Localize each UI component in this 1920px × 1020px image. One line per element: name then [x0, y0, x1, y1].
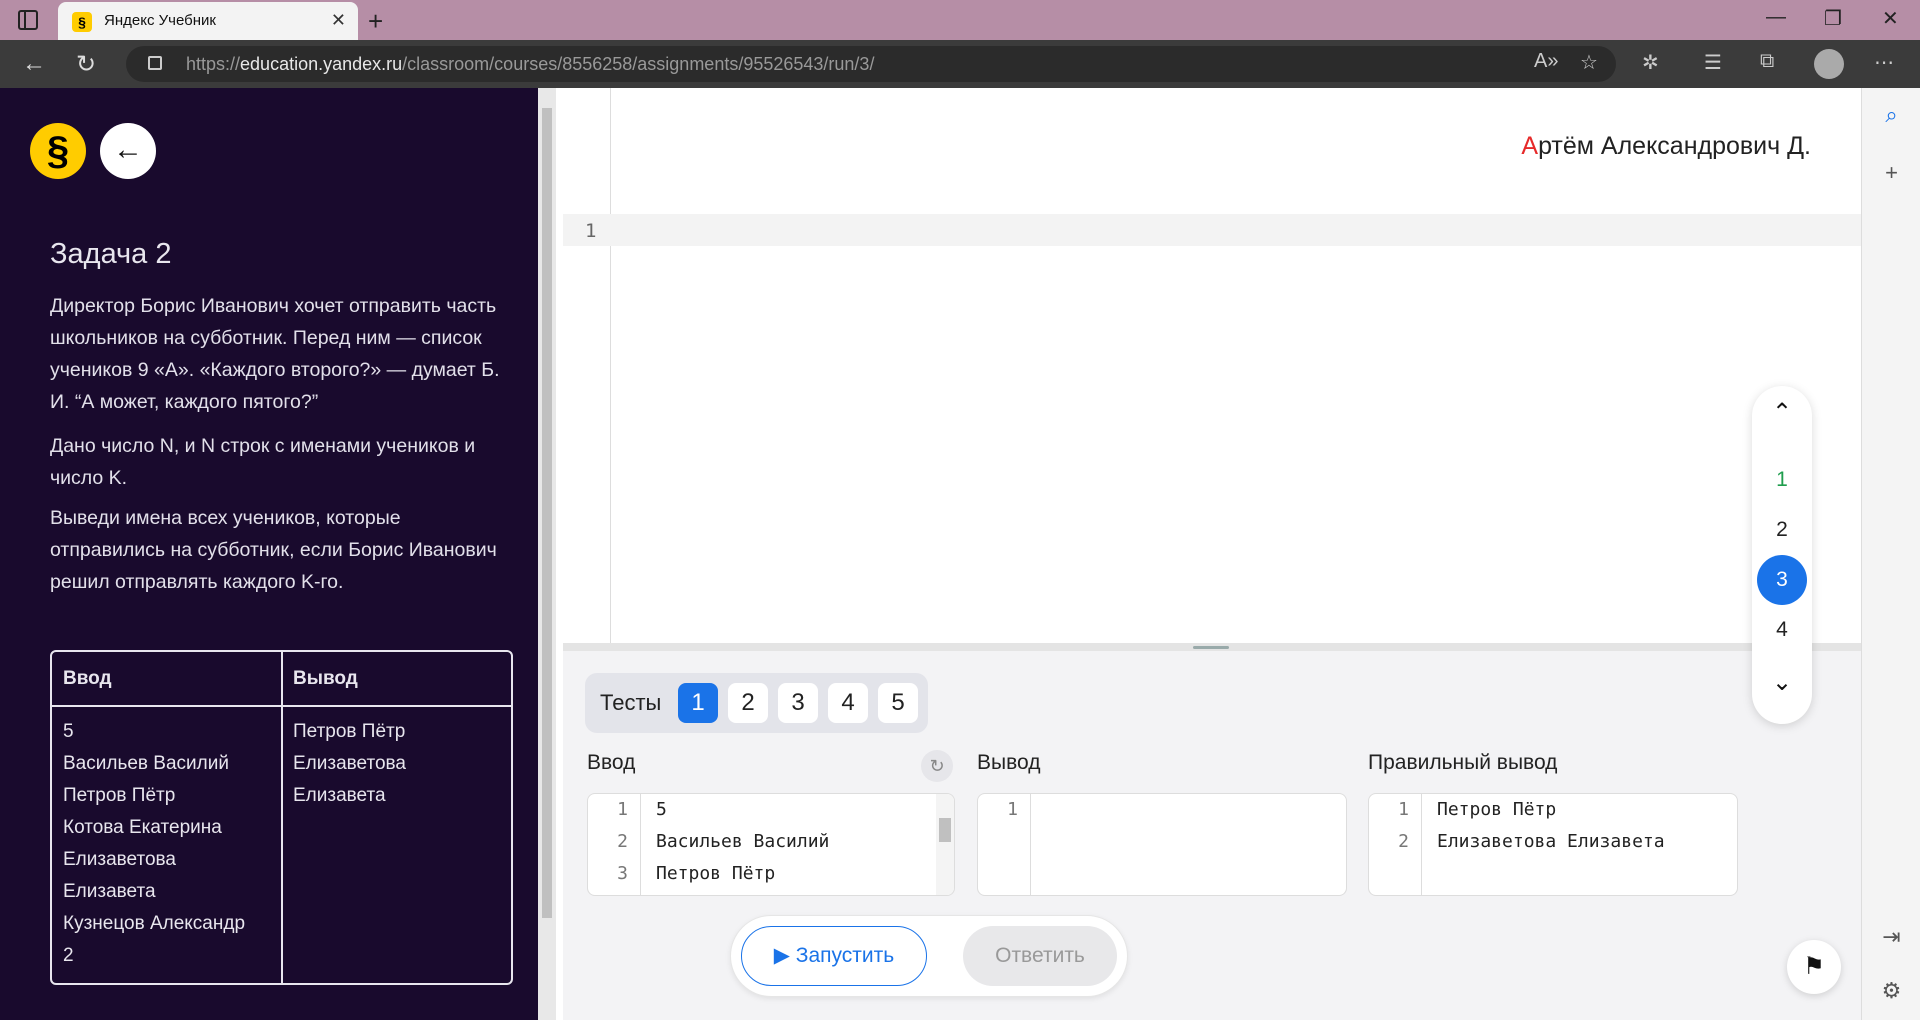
yandex-logo[interactable]: §	[30, 123, 86, 179]
pager-item-4[interactable]: 4	[1757, 605, 1807, 655]
hide-sidebar-icon[interactable]: ⇥	[1862, 924, 1920, 950]
table-header-divider	[52, 705, 511, 707]
test-button-3[interactable]: 3	[778, 683, 818, 723]
input-line-numbers: 1 2 3	[617, 799, 628, 884]
answer-button[interactable]: Ответить	[963, 926, 1117, 986]
search-icon[interactable]: ⌕	[1862, 102, 1920, 128]
expected-code: Петров Пётр Елизаветова Елизавета	[1437, 799, 1665, 852]
play-icon: ▶	[773, 944, 796, 967]
line-number: 1	[585, 220, 597, 242]
action-bar: ▶ Запустить Ответить	[730, 915, 1128, 997]
add-icon[interactable]: +	[1862, 160, 1920, 186]
code-editor[interactable]: Артём Александрович Д. 1	[563, 88, 1861, 643]
output-line-numbers: 1	[1007, 799, 1018, 820]
task-panel-scrollbar[interactable]	[538, 88, 556, 1020]
scrollbar-thumb[interactable]	[542, 108, 552, 918]
input-scrollbar-thumb[interactable]	[939, 818, 951, 842]
pager-item-3[interactable]: 3	[1757, 555, 1807, 605]
input-scrollbar[interactable]	[936, 794, 954, 895]
tab-close-icon[interactable]: ✕	[331, 10, 346, 31]
tests-label: Тесты	[600, 690, 662, 715]
expected-line-numbers: 1 2	[1398, 799, 1409, 852]
new-tab-icon[interactable]: +	[368, 6, 383, 37]
sidebar-toggle-icon[interactable]	[18, 10, 38, 30]
editor-gutter	[610, 88, 611, 643]
task-input-spec: Дано число N, и N строк с именами ученик…	[50, 435, 476, 489]
example-output: Петров Пётр Елизаветова Елизавета	[293, 721, 406, 806]
panel-resize-handle[interactable]	[563, 643, 1861, 651]
more-menu-icon[interactable]: ⋯	[1874, 50, 1894, 75]
run-button[interactable]: ▶ Запустить	[741, 926, 927, 986]
task-title: Задача 2	[50, 238, 172, 270]
report-flag-icon[interactable]: ⚑	[1787, 940, 1841, 994]
browser-tab[interactable]: § Яндекс Учебник ✕	[58, 2, 358, 40]
test-button-5[interactable]: 5	[878, 683, 918, 723]
current-line-highlight	[563, 214, 1861, 246]
url-field[interactable]: https://education.yandex.ru/classroom/co…	[126, 46, 1616, 82]
task-description: Директор Борис Иванович хочет отправить …	[50, 295, 500, 413]
user-name: Артём Александрович Д.	[1521, 132, 1811, 160]
example-table: Ввод Вывод 5 Васильев Василий Петров Пёт…	[50, 650, 513, 985]
table-header-output: Вывод	[293, 668, 358, 689]
lock-icon	[148, 56, 162, 70]
url-text: https://education.yandex.ru/classroom/co…	[186, 54, 875, 74]
test-panel: Тесты 1 2 3 4 5 Ввод ↻ 1 2 3 5 Васильев …	[563, 651, 1861, 1020]
back-button[interactable]: ←	[100, 123, 156, 179]
input-gutter	[640, 794, 641, 895]
output-gutter	[1030, 794, 1031, 895]
tests-tabs: Тесты 1 2 3 4 5	[585, 673, 928, 733]
output-label: Вывод	[977, 751, 1041, 774]
tab-title: Яндекс Учебник	[104, 12, 216, 29]
example-input: 5 Васильев Василий Петров Пётр Котова Ек…	[63, 721, 246, 966]
collections-icon[interactable]: ⧉	[1760, 50, 1774, 73]
reload-icon[interactable]: ↻	[76, 50, 96, 79]
input-code: 5 Васильев Василий Петров Пётр	[656, 799, 830, 884]
pager-up-icon[interactable]: ⌃	[1752, 398, 1812, 427]
profile-avatar[interactable]	[1814, 49, 1844, 79]
title-bar: § Яндекс Учебник ✕ + — ❐ ✕	[0, 0, 1920, 40]
settings-icon[interactable]: ⚙	[1862, 978, 1920, 1004]
expected-gutter	[1421, 794, 1422, 895]
maximize-icon[interactable]: ❐	[1824, 6, 1842, 31]
address-bar: ← ↻ https://education.yandex.ru/classroo…	[0, 40, 1920, 88]
expected-output-label: Правильный вывод	[1368, 751, 1558, 774]
test-button-2[interactable]: 2	[728, 683, 768, 723]
pager-item-1[interactable]: 1	[1757, 455, 1807, 505]
back-arrow-icon[interactable]: ←	[22, 50, 46, 78]
table-divider	[281, 652, 283, 983]
table-header-input: Ввод	[63, 668, 112, 689]
task-panel: § ← Задача 2 Директор Борис Иванович хоч…	[0, 88, 538, 1020]
output-box: 1	[977, 793, 1347, 896]
read-aloud-icon[interactable]: A»	[1534, 50, 1558, 73]
task-pager: ⌃ 1 2 3 4 ⌄	[1752, 386, 1812, 724]
test-button-4[interactable]: 4	[828, 683, 868, 723]
expected-output-box: 1 2 Петров Пётр Елизаветова Елизавета	[1368, 793, 1738, 896]
add-favorite-icon[interactable]: ☆	[1580, 50, 1598, 75]
window-close-icon[interactable]: ✕	[1882, 6, 1899, 31]
pager-item-2[interactable]: 2	[1757, 505, 1807, 555]
resize-grip[interactable]	[1193, 646, 1229, 649]
input-label: Ввод	[587, 751, 636, 774]
test-button-1[interactable]: 1	[678, 683, 718, 723]
favorites-icon[interactable]: ☰	[1704, 50, 1722, 75]
input-box[interactable]: 1 2 3 5 Васильев Василий Петров Пётр	[587, 793, 955, 896]
extensions-icon[interactable]: ✲	[1642, 50, 1659, 75]
task-output-spec: Выведи имена всех учеников, которые отпр…	[50, 507, 497, 593]
pager-down-icon[interactable]: ⌄	[1752, 668, 1812, 697]
reset-input-icon[interactable]: ↻	[921, 750, 953, 782]
yandex-favicon-icon: §	[72, 12, 92, 32]
browser-sidebar: ⌕ + ⇥ ⚙	[1861, 88, 1920, 1020]
minimize-icon[interactable]: —	[1766, 6, 1786, 29]
